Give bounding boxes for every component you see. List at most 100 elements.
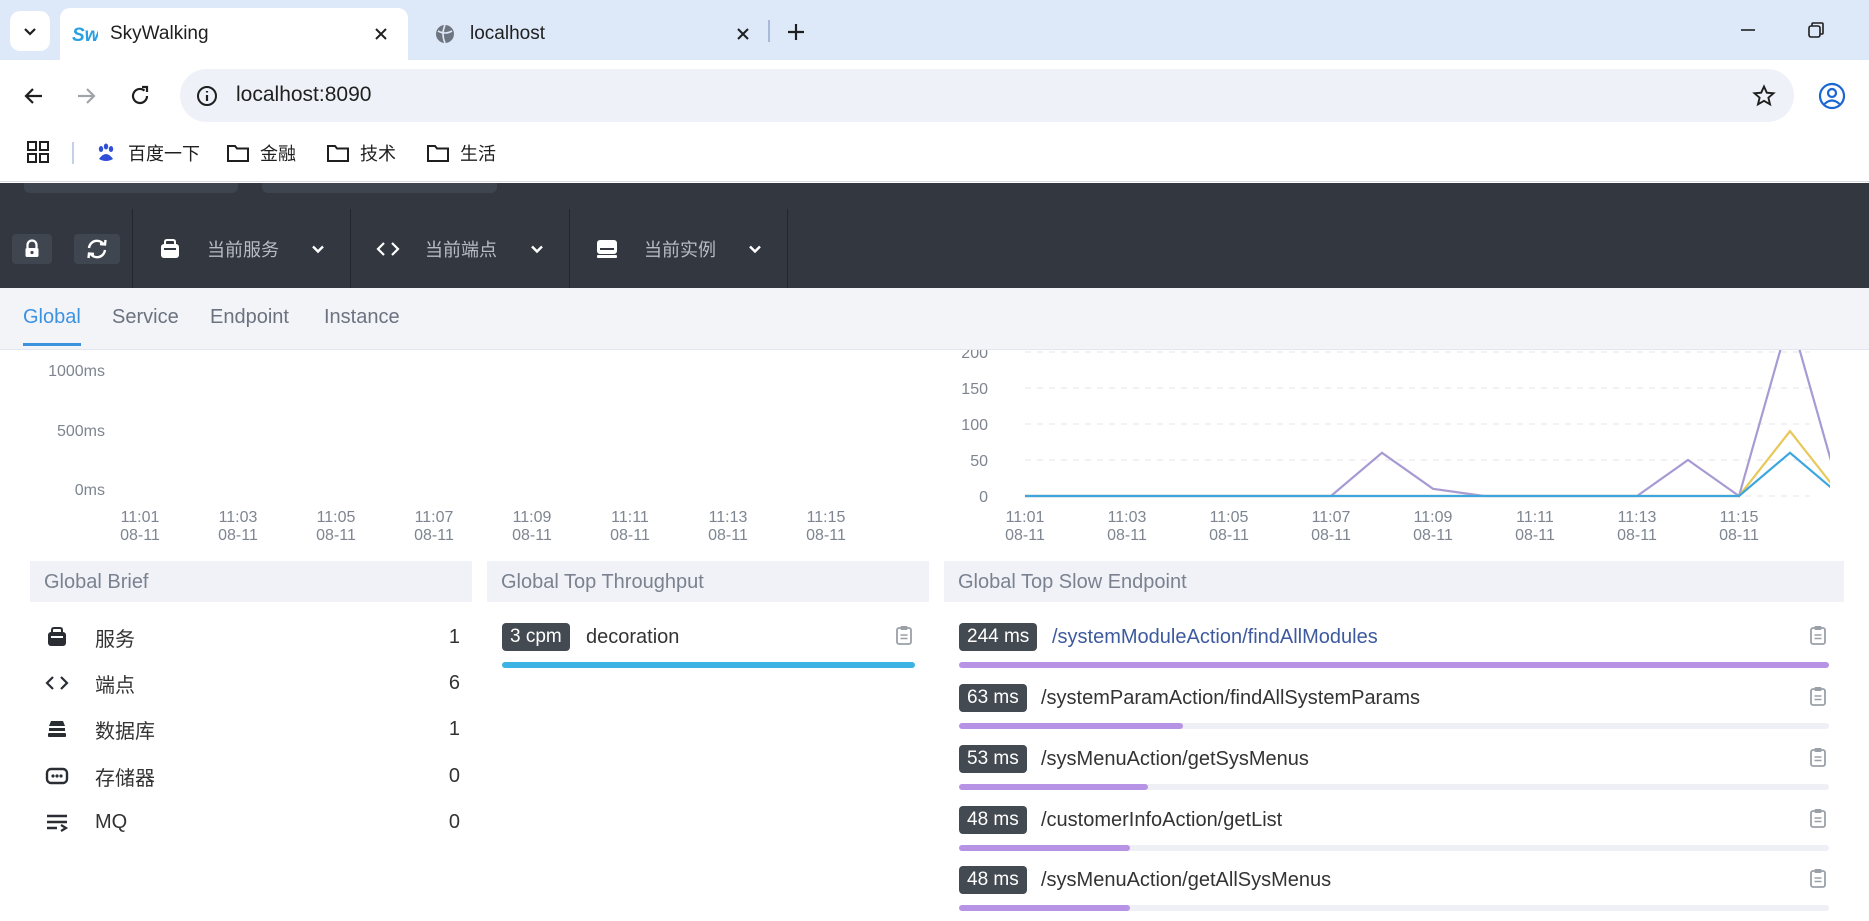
latency-badge: 48 ms bbox=[959, 806, 1027, 834]
x-tick-label: 11:13 bbox=[1618, 509, 1657, 526]
bookmark-star-icon[interactable] bbox=[1750, 82, 1778, 110]
skywalking-logo-icon: Sw bbox=[72, 21, 98, 47]
profile-button[interactable] bbox=[1816, 80, 1848, 112]
series-line bbox=[1025, 429, 1830, 498]
x-tick-label: 08-11 bbox=[806, 527, 846, 544]
tab-global[interactable]: Global bbox=[23, 306, 81, 346]
globe-icon bbox=[432, 21, 458, 47]
refresh-button[interactable] bbox=[74, 234, 120, 264]
account-icon bbox=[1818, 82, 1846, 110]
progress-fill bbox=[502, 662, 915, 668]
site-info-icon[interactable] bbox=[194, 83, 220, 109]
bookmark-label: 百度一下 bbox=[128, 144, 200, 164]
brief-row-cache: 存储器 0 bbox=[44, 761, 460, 791]
url-text[interactable]: localhost:8090 bbox=[236, 83, 371, 107]
endpoint-name[interactable]: /systemParamAction/findAllSystemParams bbox=[1041, 687, 1420, 710]
bookmarks-bar: 百度一下 金融 技术 生活 bbox=[0, 132, 1869, 182]
throughput-badge: 3 cpm bbox=[502, 623, 570, 651]
progress-fill bbox=[959, 662, 1829, 668]
chevron-down-icon bbox=[306, 237, 330, 261]
x-tick-label: 08-11 bbox=[1413, 527, 1453, 544]
endpoint-name[interactable]: /sysMenuAction/getSysMenus bbox=[1041, 748, 1309, 771]
bookmark-folder-life[interactable]: 生活 bbox=[426, 137, 496, 169]
tab-instance[interactable]: Instance bbox=[324, 306, 400, 343]
slow-endpoint-row[interactable]: 53 ms /sysMenuAction/getSysMenus bbox=[959, 745, 1829, 790]
y-tick-label: 200 bbox=[961, 350, 988, 362]
restore-button[interactable] bbox=[1796, 12, 1836, 48]
brief-row-mq: MQ 0 bbox=[44, 807, 460, 837]
new-tab-button[interactable] bbox=[778, 14, 814, 50]
top-nav-item[interactable] bbox=[262, 183, 497, 193]
minimize-button[interactable] bbox=[1728, 12, 1768, 48]
x-tick-label: 11:15 bbox=[1720, 509, 1759, 526]
arrow-right-icon bbox=[75, 85, 97, 107]
tab-localhost[interactable]: localhost bbox=[420, 8, 770, 60]
top-throughput-header: Global Top Throughput bbox=[487, 561, 929, 602]
apps-grid-icon[interactable] bbox=[26, 140, 52, 166]
clipboard-icon[interactable] bbox=[1807, 745, 1829, 769]
bookmark-folder-tech[interactable]: 技术 bbox=[326, 137, 396, 169]
bookmark-label: 金融 bbox=[260, 144, 296, 164]
x-tick-label: 11:03 bbox=[219, 509, 258, 526]
x-tick-label: 08-11 bbox=[414, 527, 454, 544]
slow-endpoint-row[interactable]: 48 ms /customerInfoAction/getList bbox=[959, 806, 1829, 851]
throughput-row[interactable]: 3 cpm decoration bbox=[502, 623, 915, 668]
tab-skywalking[interactable]: Sw SkyWalking bbox=[60, 8, 408, 60]
bookmark-baidu[interactable]: 百度一下 bbox=[94, 137, 200, 169]
progress-track bbox=[959, 723, 1829, 729]
clipboard-icon[interactable] bbox=[1807, 866, 1829, 890]
slow-endpoint-row[interactable]: 244 ms /systemModuleAction/findAllModule… bbox=[959, 623, 1829, 668]
brief-row-service: 服务 1 bbox=[44, 622, 460, 652]
endpoint-name[interactable]: /systemModuleAction/findAllModules bbox=[1052, 626, 1378, 649]
selector-label: 当前端点 bbox=[425, 239, 497, 260]
brief-label: MQ bbox=[95, 810, 128, 833]
brief-label: 服务 bbox=[95, 628, 135, 651]
instance-selector[interactable]: 当前实例 bbox=[569, 209, 788, 288]
baidu-paw-icon bbox=[94, 141, 118, 165]
x-tick-label: 11:13 bbox=[709, 509, 748, 526]
address-bar[interactable]: localhost:8090 bbox=[180, 69, 1794, 122]
clipboard-icon[interactable] bbox=[1807, 623, 1829, 647]
top-nav-item[interactable] bbox=[24, 183, 238, 193]
bookmark-label: 技术 bbox=[360, 144, 396, 164]
close-icon[interactable] bbox=[728, 19, 758, 49]
brief-value: 0 bbox=[448, 810, 460, 833]
clipboard-icon[interactable] bbox=[1807, 806, 1829, 830]
tab-title: localhost bbox=[470, 23, 545, 44]
endpoint-icon bbox=[44, 670, 70, 696]
reload-button[interactable] bbox=[120, 76, 160, 116]
clipboard-icon[interactable] bbox=[1807, 684, 1829, 708]
service-selector[interactable]: 当前服务 bbox=[132, 209, 350, 288]
tab-endpoint[interactable]: Endpoint bbox=[210, 306, 289, 343]
cache-icon bbox=[44, 763, 70, 789]
x-tick-label: 11:07 bbox=[1312, 509, 1351, 526]
x-tick-label: 11:09 bbox=[1414, 509, 1453, 526]
tab-service[interactable]: Service bbox=[112, 306, 179, 343]
endpoint-name[interactable]: /sysMenuAction/getAllSysMenus bbox=[1041, 869, 1331, 892]
plus-icon bbox=[786, 22, 806, 42]
brief-row-endpoint: 端点 6 bbox=[44, 668, 460, 698]
service-icon bbox=[44, 624, 70, 650]
y-tick-label: 100 bbox=[961, 417, 988, 434]
back-button[interactable] bbox=[14, 76, 54, 116]
progress-track bbox=[959, 905, 1829, 911]
brief-label: 端点 bbox=[95, 674, 135, 697]
tab-search-button[interactable] bbox=[10, 11, 50, 51]
latency-badge: 63 ms bbox=[959, 684, 1027, 712]
close-icon[interactable] bbox=[366, 19, 396, 49]
arrow-left-icon bbox=[23, 85, 45, 107]
bookmark-folder-finance[interactable]: 金融 bbox=[226, 137, 296, 169]
slow-endpoint-row[interactable]: 48 ms /sysMenuAction/getAllSysMenus bbox=[959, 866, 1829, 911]
selector-label: 当前实例 bbox=[644, 239, 716, 260]
folder-icon bbox=[326, 141, 350, 165]
service-name[interactable]: decoration bbox=[586, 626, 679, 649]
x-tick-label: 08-11 bbox=[708, 527, 748, 544]
endpoint-name[interactable]: /customerInfoAction/getList bbox=[1041, 809, 1282, 832]
minimize-icon bbox=[1739, 21, 1757, 39]
endpoint-selector[interactable]: 当前端点 bbox=[350, 209, 569, 288]
lock-button[interactable] bbox=[12, 234, 52, 264]
global-brief-header: Global Brief bbox=[30, 561, 472, 602]
forward-button[interactable] bbox=[66, 76, 106, 116]
slow-endpoint-row[interactable]: 63 ms /systemParamAction/findAllSystemPa… bbox=[959, 684, 1829, 729]
clipboard-icon[interactable] bbox=[893, 623, 915, 647]
